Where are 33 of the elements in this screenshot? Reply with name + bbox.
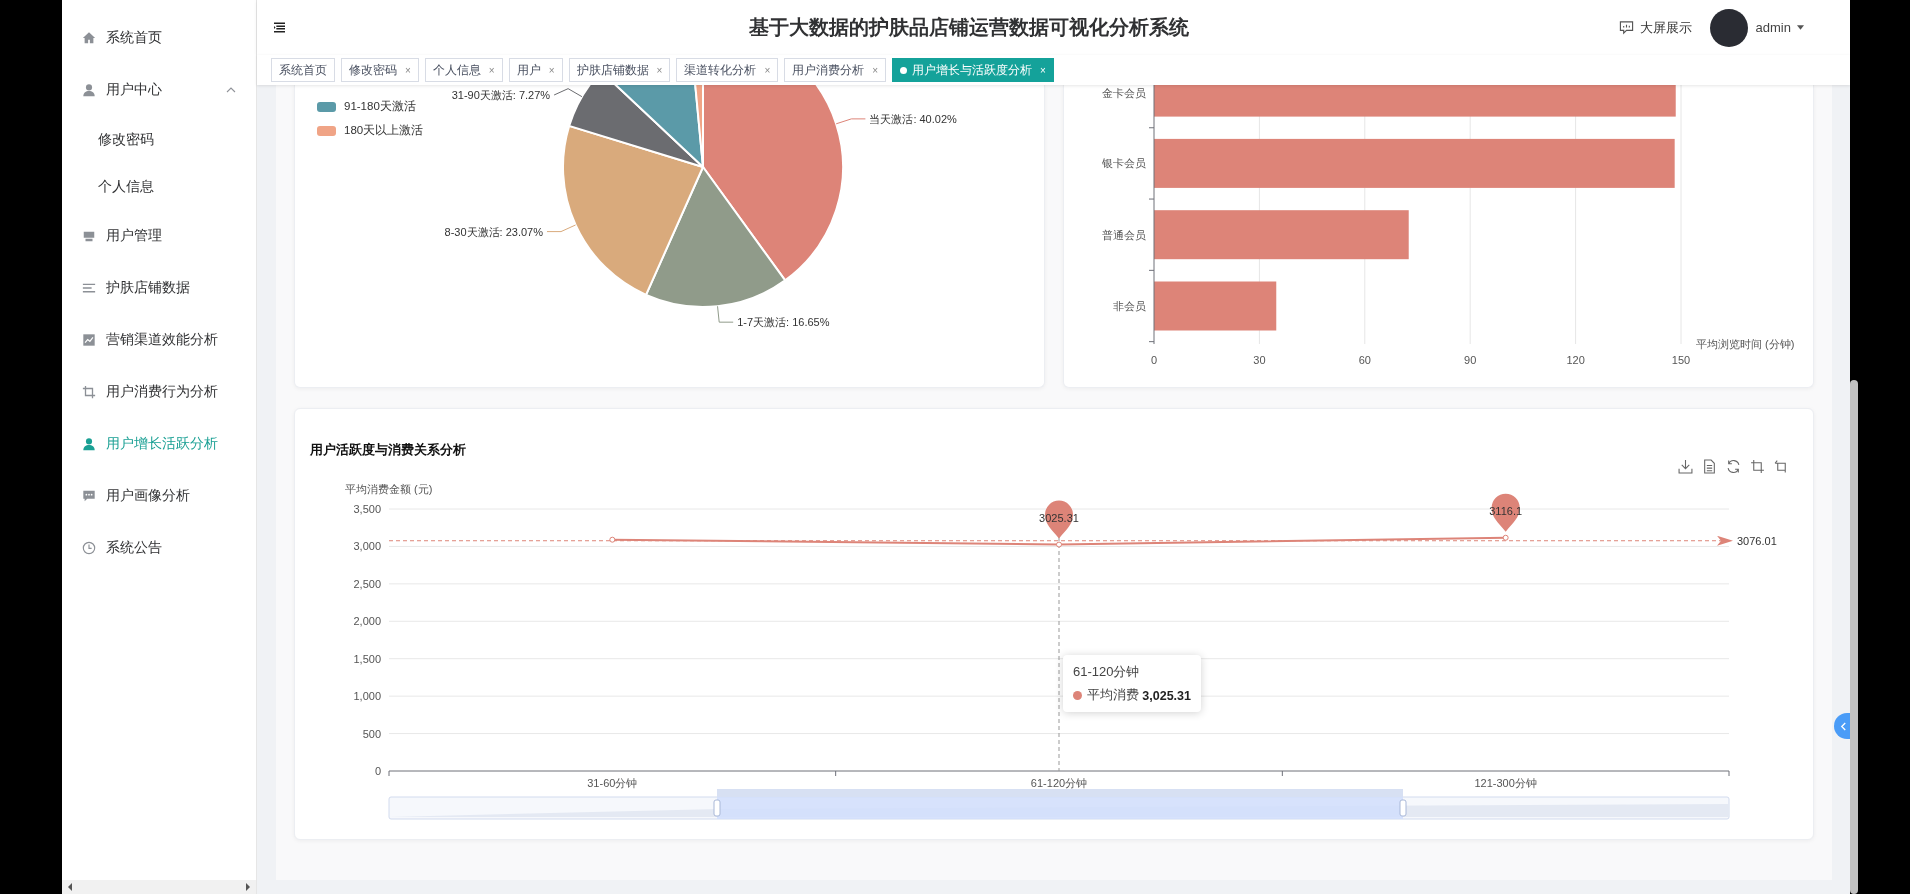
axis-title: 平均浏览时间 (分钟): [1696, 338, 1795, 350]
category-label: 金卡会员: [1102, 87, 1146, 99]
axis-title: 平均消费金额 (元): [345, 483, 433, 495]
axis-tick-label: 31-60分钟: [587, 777, 638, 789]
axis-tick-label: 30: [1253, 354, 1266, 366]
slice-label: 当天激活: 40.02%: [869, 112, 957, 125]
average-label: 3076.01: [1737, 534, 1777, 547]
slice-label: 31-90天激活: 7.27%: [451, 89, 551, 101]
category-label: 非会员: [1113, 300, 1146, 312]
axis-tick-label: 1,000: [353, 690, 381, 703]
tooltip-title: 61-120分钟: [1073, 663, 1141, 681]
axis-tick-label: 500: [362, 727, 381, 740]
axis-tick-label: 90: [1464, 354, 1477, 366]
slice-label: 1-7天激活: 16.65%: [737, 316, 830, 329]
axis-tick-label: 1,500: [353, 652, 381, 665]
slice-label: 8-30天激活: 23.07%: [444, 225, 543, 238]
app-title: 基于大数据的护肤品店铺运营数据可视化分析系统: [748, 15, 1189, 40]
series-name: 平均消费: [1087, 687, 1139, 704]
category-label: 银卡会员: [1102, 157, 1146, 170]
axis-tick-label: 0: [1150, 354, 1158, 366]
axis-tick-label: 150: [1671, 354, 1691, 366]
axis-tick-label: 2,000: [353, 615, 381, 628]
axis-tick-label: 3,500: [353, 503, 381, 515]
axis-tick-label: 61-120分钟: [1030, 777, 1088, 789]
axis-tick-label: 3,000: [353, 540, 381, 553]
axis-tick-label: 60: [1358, 354, 1371, 366]
axis-tick-label: 121-300分钟: [1474, 777, 1537, 789]
category-label: 普通会员: [1102, 228, 1146, 241]
axis-tick-label: 2,500: [353, 577, 381, 590]
axis-tick-label: 120: [1566, 354, 1585, 366]
chart-title: 用户活跃度与消费关系分析: [310, 441, 466, 459]
axis-tick-label: 0: [374, 765, 381, 777]
series-value: 3,025.31: [1142, 688, 1191, 703]
